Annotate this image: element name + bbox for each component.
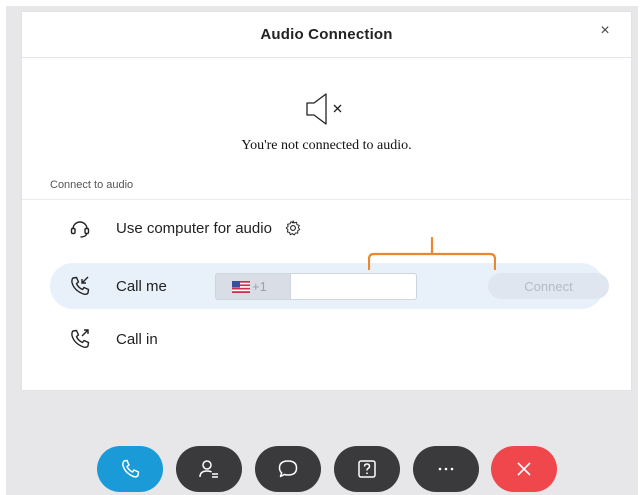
dialog-header: Audio Connection ×: [22, 12, 631, 58]
close-button[interactable]: ×: [595, 21, 615, 41]
leave-button[interactable]: [491, 446, 557, 492]
dialog-title: Audio Connection: [260, 26, 393, 43]
us-flag-icon: [232, 280, 250, 293]
option-call-in[interactable]: Call in: [68, 321, 268, 357]
more-icon: [438, 467, 454, 471]
headset-icon: [70, 221, 90, 238]
option-label-use-computer: Use computer for audio: [116, 219, 272, 237]
phone-number-input[interactable]: [290, 273, 417, 300]
connect-to-audio-label: Connect to audio: [50, 179, 134, 191]
country-code-text: +1: [252, 279, 267, 294]
audio-button[interactable]: [97, 446, 163, 492]
question-icon: [358, 460, 376, 478]
annotation-bracket: [368, 236, 496, 271]
audio-status-text: You're not connected to audio.: [241, 138, 412, 153]
chat-button[interactable]: [255, 446, 321, 492]
phone-outgoing-icon: [71, 329, 90, 349]
section-divider: [22, 199, 631, 200]
option-label-call-in: Call in: [116, 330, 158, 348]
country-code-selector[interactable]: +1: [215, 273, 290, 300]
option-use-computer[interactable]: Use computer for audio: [68, 210, 388, 246]
close-icon: [517, 462, 531, 476]
meeting-toolbar: [97, 446, 557, 492]
connect-button[interactable]: Connect: [488, 273, 609, 299]
participants-icon: [199, 460, 218, 478]
audio-connection-dialog: Audio Connection × You're not connected …: [22, 12, 631, 390]
more-button[interactable]: [413, 446, 479, 492]
participants-button[interactable]: [176, 446, 242, 492]
phone-incoming-icon: [71, 276, 90, 296]
phone-icon: [122, 459, 140, 478]
gear-icon[interactable]: [284, 219, 302, 237]
option-label-call-me: Call me: [116, 277, 167, 295]
qa-button[interactable]: [334, 446, 400, 492]
chat-icon: [278, 460, 298, 478]
speaker-muted-icon: [306, 93, 342, 125]
option-call-me[interactable]: Call me +1 Connect: [50, 263, 609, 309]
